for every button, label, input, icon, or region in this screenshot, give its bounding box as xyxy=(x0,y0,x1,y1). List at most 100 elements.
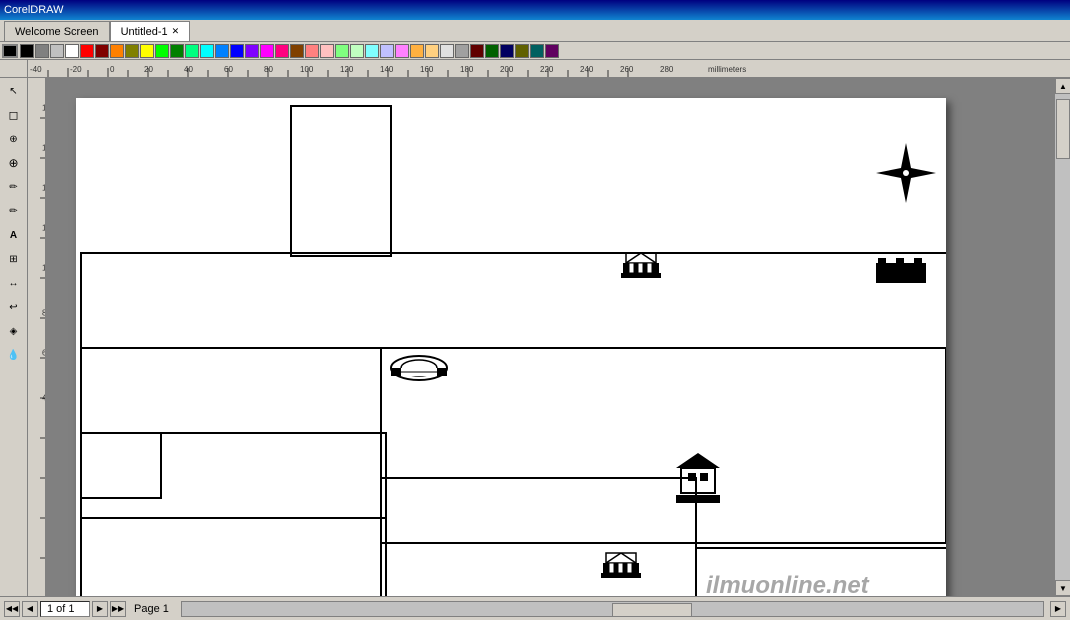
palette-swatch[interactable] xyxy=(35,44,49,58)
palette-swatch[interactable] xyxy=(395,44,409,58)
palette-swatch[interactable] xyxy=(485,44,499,58)
svg-text:0: 0 xyxy=(110,65,115,74)
shape-tool[interactable]: ◻ xyxy=(2,104,26,126)
left-toolbar: ↖ ◻ ⊕ ⊕ ✏ ✏ A ⊞ ↔ ↩ ◈ 💧 xyxy=(0,78,28,596)
color-palette xyxy=(0,42,1070,60)
scroll-track-vertical[interactable] xyxy=(1055,94,1070,580)
palette-swatch[interactable] xyxy=(230,44,244,58)
palette-swatch[interactable] xyxy=(260,44,274,58)
palette-swatch[interactable] xyxy=(125,44,139,58)
svg-text:100: 100 xyxy=(300,65,314,74)
svg-text:60: 60 xyxy=(224,65,233,74)
svg-text:240: 240 xyxy=(580,65,594,74)
palette-swatch[interactable] xyxy=(530,44,544,58)
main-layout: ↖ ◻ ⊕ ⊕ ✏ ✏ A ⊞ ↔ ↩ ◈ 💧 180 160 140 120 … xyxy=(0,78,1070,596)
palette-swatch[interactable] xyxy=(50,44,64,58)
svg-text:260: 260 xyxy=(620,65,634,74)
text-tool[interactable]: A xyxy=(2,224,26,246)
svg-text:20: 20 xyxy=(144,65,153,74)
tab-close-icon[interactable]: ✕ xyxy=(172,26,180,37)
svg-text:200: 200 xyxy=(500,65,514,74)
page-count: 1 of 1 xyxy=(40,601,90,617)
nav-first-button[interactable]: ◀◀ xyxy=(4,601,20,617)
svg-text:80: 80 xyxy=(264,65,273,74)
canvas-with-rulers: 180 160 140 120 100 80 60 40 millimeters xyxy=(28,78,1070,596)
statusbar: ◀◀ ◀ 1 of 1 ▶ ▶▶ Page 1 ▶ xyxy=(0,596,1070,620)
palette-swatch[interactable] xyxy=(20,44,34,58)
palette-swatch[interactable] xyxy=(185,44,199,58)
palette-swatch[interactable] xyxy=(500,44,514,58)
ruler-top: -40 -20 0 20 40 60 80 100 120 140 160 18… xyxy=(28,60,1070,78)
svg-text:220: 220 xyxy=(540,65,554,74)
app-title: CorelDRAW xyxy=(4,4,64,16)
ruler-corner xyxy=(0,60,28,78)
palette-swatch[interactable] xyxy=(410,44,424,58)
palette-swatch[interactable] xyxy=(335,44,349,58)
palette-swatch[interactable] xyxy=(515,44,529,58)
palette-swatch[interactable] xyxy=(380,44,394,58)
palette-swatch[interactable] xyxy=(245,44,259,58)
zoom-tool[interactable]: ⊕ xyxy=(2,152,26,174)
svg-text:180: 180 xyxy=(460,65,474,74)
palette-swatch[interactable] xyxy=(65,44,79,58)
palette-swatch[interactable] xyxy=(320,44,334,58)
canvas-container: ilmuonline.net xyxy=(46,78,1054,596)
tab-untitled-label: Untitled-1 xyxy=(121,26,168,38)
tabbar: Welcome Screen Untitled-1 ✕ xyxy=(0,20,1070,42)
palette-swatch[interactable] xyxy=(140,44,154,58)
horizontal-scroll-thumb[interactable] xyxy=(612,603,692,617)
tab-untitled[interactable]: Untitled-1 ✕ xyxy=(110,21,191,41)
fill-tool[interactable]: ◈ xyxy=(2,320,26,342)
freehand-tool[interactable]: ✏ xyxy=(2,176,26,198)
svg-text:120: 120 xyxy=(340,65,354,74)
palette-swatch[interactable] xyxy=(200,44,214,58)
canvas-region: 180 160 140 120 100 80 60 40 millimeters xyxy=(28,78,1070,596)
palette-swatch[interactable] xyxy=(470,44,484,58)
scroll-down-button[interactable]: ▼ xyxy=(1055,580,1070,596)
svg-text:40: 40 xyxy=(184,65,193,74)
scroll-right-button[interactable]: ▶ xyxy=(1050,601,1066,617)
svg-text:280: 280 xyxy=(660,65,674,74)
connector-tool[interactable]: ↩ xyxy=(2,296,26,318)
current-color[interactable] xyxy=(2,44,18,58)
palette-swatch[interactable] xyxy=(110,44,124,58)
palette-swatch[interactable] xyxy=(350,44,364,58)
horizontal-scrollbar[interactable] xyxy=(181,601,1044,617)
table-tool[interactable]: ⊞ xyxy=(2,248,26,270)
palette-swatch[interactable] xyxy=(425,44,439,58)
palette-swatch[interactable] xyxy=(440,44,454,58)
scroll-up-button[interactable]: ▲ xyxy=(1055,78,1070,94)
palette-swatch[interactable] xyxy=(455,44,469,58)
palette-swatch[interactable] xyxy=(170,44,184,58)
palette-colors xyxy=(20,42,559,60)
drawing-canvas[interactable]: ilmuonline.net xyxy=(76,98,946,596)
nav-next-button[interactable]: ▶ xyxy=(92,601,108,617)
dimension-tool[interactable]: ↔ xyxy=(2,272,26,294)
crop-tool[interactable]: ⊕ xyxy=(2,128,26,150)
palette-swatch[interactable] xyxy=(215,44,229,58)
svg-text:millimeters: millimeters xyxy=(708,65,746,74)
titlebar: CorelDRAW xyxy=(0,0,1070,20)
palette-swatch[interactable] xyxy=(305,44,319,58)
select-tool[interactable]: ↖ xyxy=(2,80,26,102)
svg-text:140: 140 xyxy=(380,65,394,74)
nav-prev-button[interactable]: ◀ xyxy=(22,601,38,617)
tab-welcome[interactable]: Welcome Screen xyxy=(4,21,110,41)
palette-swatch[interactable] xyxy=(95,44,109,58)
smart-draw-tool[interactable]: ✏ xyxy=(2,200,26,222)
palette-swatch[interactable] xyxy=(545,44,559,58)
svg-text:ilmuonline.net: ilmuonline.net xyxy=(706,572,870,596)
palette-swatch[interactable] xyxy=(275,44,289,58)
svg-text:-20: -20 xyxy=(70,65,82,74)
scroll-thumb-vertical[interactable] xyxy=(1056,99,1070,159)
page-label: Page 1 xyxy=(128,603,175,615)
ruler-left: 180 160 140 120 100 80 60 40 millimeters xyxy=(28,78,46,596)
eyedropper-tool[interactable]: 💧 xyxy=(2,344,26,366)
ruler-top-area: -40 -20 0 20 40 60 80 100 120 140 160 18… xyxy=(0,60,1070,78)
palette-swatch[interactable] xyxy=(155,44,169,58)
nav-last-button[interactable]: ▶▶ xyxy=(110,601,126,617)
palette-swatch[interactable] xyxy=(290,44,304,58)
svg-text:-40: -40 xyxy=(30,65,42,74)
palette-swatch[interactable] xyxy=(365,44,379,58)
palette-swatch[interactable] xyxy=(80,44,94,58)
